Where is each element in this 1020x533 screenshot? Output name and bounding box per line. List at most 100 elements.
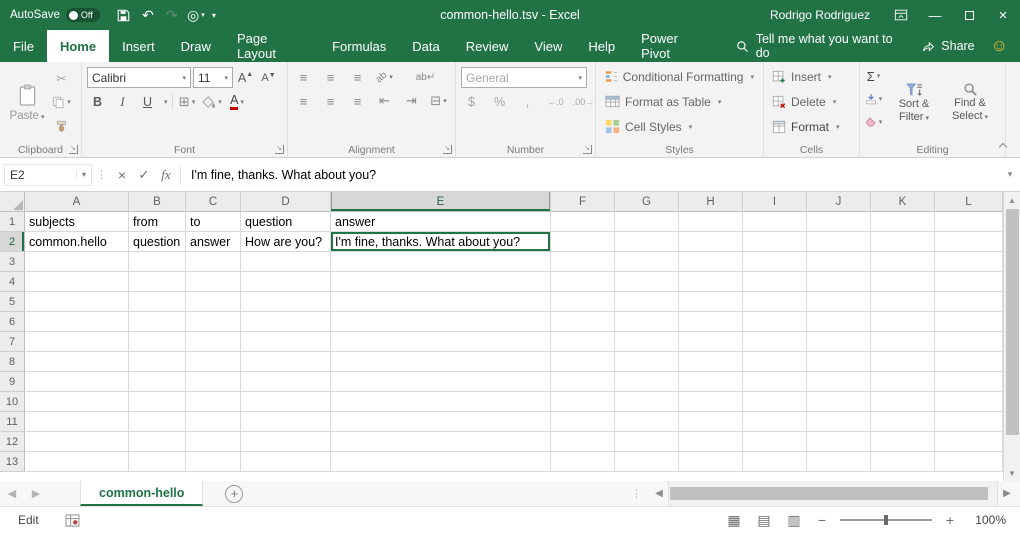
cell-C9[interactable] <box>186 372 241 392</box>
cell-C7[interactable] <box>186 332 241 352</box>
cell-B6[interactable] <box>129 312 186 332</box>
row-header-10[interactable]: 10 <box>0 392 25 412</box>
zoom-slider[interactable] <box>840 519 932 521</box>
cell-F9[interactable] <box>551 372 615 392</box>
find-select-button[interactable]: Find & Select▾ <box>944 64 996 142</box>
cell-I5[interactable] <box>743 292 807 312</box>
tab-power-pivot[interactable]: Power Pivot <box>628 30 720 62</box>
tab-home[interactable]: Home <box>47 30 109 62</box>
scroll-down-button[interactable]: ▼ <box>1004 465 1020 481</box>
cell-A6[interactable] <box>25 312 129 332</box>
cell-C4[interactable] <box>186 272 241 292</box>
cell-H3[interactable] <box>679 252 743 272</box>
align-left-button[interactable]: ≡ <box>293 91 314 111</box>
cell-E12[interactable] <box>331 432 551 452</box>
cell-L7[interactable] <box>935 332 1003 352</box>
cell-G7[interactable] <box>615 332 679 352</box>
cell-K13[interactable] <box>871 452 935 472</box>
cell-D6[interactable] <box>241 312 331 332</box>
cell-E1[interactable]: answer <box>331 212 551 232</box>
row-header-2[interactable]: 2 <box>0 232 25 252</box>
cell-D11[interactable] <box>241 412 331 432</box>
cell-F2[interactable] <box>551 232 615 252</box>
cell-G3[interactable] <box>615 252 679 272</box>
align-right-button[interactable]: ≡ <box>347 91 368 111</box>
cell-F4[interactable] <box>551 272 615 292</box>
underline-button[interactable]: U <box>137 92 158 112</box>
font-size-combo[interactable]: 11▾ <box>193 67 233 88</box>
accounting-format-button[interactable]: $ <box>461 92 482 112</box>
cell-A8[interactable] <box>25 352 129 372</box>
cell-A2[interactable]: common.hello <box>25 232 129 252</box>
redo-button[interactable]: ↷ <box>160 0 184 30</box>
sheet-nav-left-button[interactable]: ◀ <box>0 481 24 506</box>
normal-view-button[interactable]: ▦ <box>724 512 744 529</box>
cell-J12[interactable] <box>807 432 871 452</box>
cell-H12[interactable] <box>679 432 743 452</box>
row-header-1[interactable]: 1 <box>0 212 25 232</box>
cell-L10[interactable] <box>935 392 1003 412</box>
cell-I9[interactable] <box>743 372 807 392</box>
cell-L13[interactable] <box>935 452 1003 472</box>
zoom-level[interactable]: 100% <box>968 513 1006 527</box>
cell-C5[interactable] <box>186 292 241 312</box>
undo-button[interactable]: ↶ <box>136 0 160 30</box>
fill-button[interactable]: ▾ <box>863 89 884 109</box>
cell-E9[interactable] <box>331 372 551 392</box>
cell-L2[interactable] <box>935 232 1003 252</box>
increase-decimal-button[interactable]: ←.0 <box>545 92 566 112</box>
paste-button[interactable]: Paste▾ <box>3 64 51 142</box>
hscroll-left-button[interactable]: ◀ <box>650 481 668 506</box>
cell-A12[interactable] <box>25 432 129 452</box>
cell-F11[interactable] <box>551 412 615 432</box>
cell-I4[interactable] <box>743 272 807 292</box>
cell-G8[interactable] <box>615 352 679 372</box>
cell-L5[interactable] <box>935 292 1003 312</box>
cell-I3[interactable] <box>743 252 807 272</box>
comma-style-button[interactable]: , <box>517 92 538 112</box>
font-color-button[interactable]: A▾ <box>227 92 248 112</box>
tab-insert[interactable]: Insert <box>109 30 168 62</box>
cell-L9[interactable] <box>935 372 1003 392</box>
zoom-out-button[interactable]: − <box>814 512 830 528</box>
row-header-4[interactable]: 4 <box>0 272 25 292</box>
cell-H11[interactable] <box>679 412 743 432</box>
cell-F3[interactable] <box>551 252 615 272</box>
cell-E4[interactable] <box>331 272 551 292</box>
tab-view[interactable]: View <box>521 30 575 62</box>
sort-filter-button[interactable]: Sort & Filter▾ <box>888 64 940 142</box>
tab-formulas[interactable]: Formulas <box>319 30 399 62</box>
cell-K4[interactable] <box>871 272 935 292</box>
row-header-5[interactable]: 5 <box>0 292 25 312</box>
formula-bar-splitter[interactable]: ⋮ <box>92 168 111 181</box>
cell-K1[interactable] <box>871 212 935 232</box>
cell-C11[interactable] <box>186 412 241 432</box>
cell-J1[interactable] <box>807 212 871 232</box>
cell-H10[interactable] <box>679 392 743 412</box>
cell-K10[interactable] <box>871 392 935 412</box>
minimize-button[interactable]: — <box>918 0 952 30</box>
cell-B8[interactable] <box>129 352 186 372</box>
cell-A7[interactable] <box>25 332 129 352</box>
cell-I10[interactable] <box>743 392 807 412</box>
cell-E2[interactable]: I'm fine, thanks. What about you? <box>331 232 551 252</box>
cell-B3[interactable] <box>129 252 186 272</box>
cell-H7[interactable] <box>679 332 743 352</box>
cell-F10[interactable] <box>551 392 615 412</box>
customize-quick-access-button[interactable]: ▾ <box>208 0 220 30</box>
cell-I6[interactable] <box>743 312 807 332</box>
cell-C12[interactable] <box>186 432 241 452</box>
feedback-smiley-icon[interactable]: ☺ <box>989 30 1020 62</box>
cell-K9[interactable] <box>871 372 935 392</box>
column-header-A[interactable]: A <box>25 192 129 212</box>
cell-G2[interactable] <box>615 232 679 252</box>
cell-L6[interactable] <box>935 312 1003 332</box>
vertical-scroll-thumb[interactable] <box>1006 209 1019 435</box>
increase-font-size-button[interactable]: A▲ <box>235 68 256 88</box>
scroll-up-button[interactable]: ▲ <box>1004 192 1020 208</box>
column-header-F[interactable]: F <box>551 192 615 212</box>
cell-I2[interactable] <box>743 232 807 252</box>
cell-K3[interactable] <box>871 252 935 272</box>
cell-A4[interactable] <box>25 272 129 292</box>
cell-G11[interactable] <box>615 412 679 432</box>
